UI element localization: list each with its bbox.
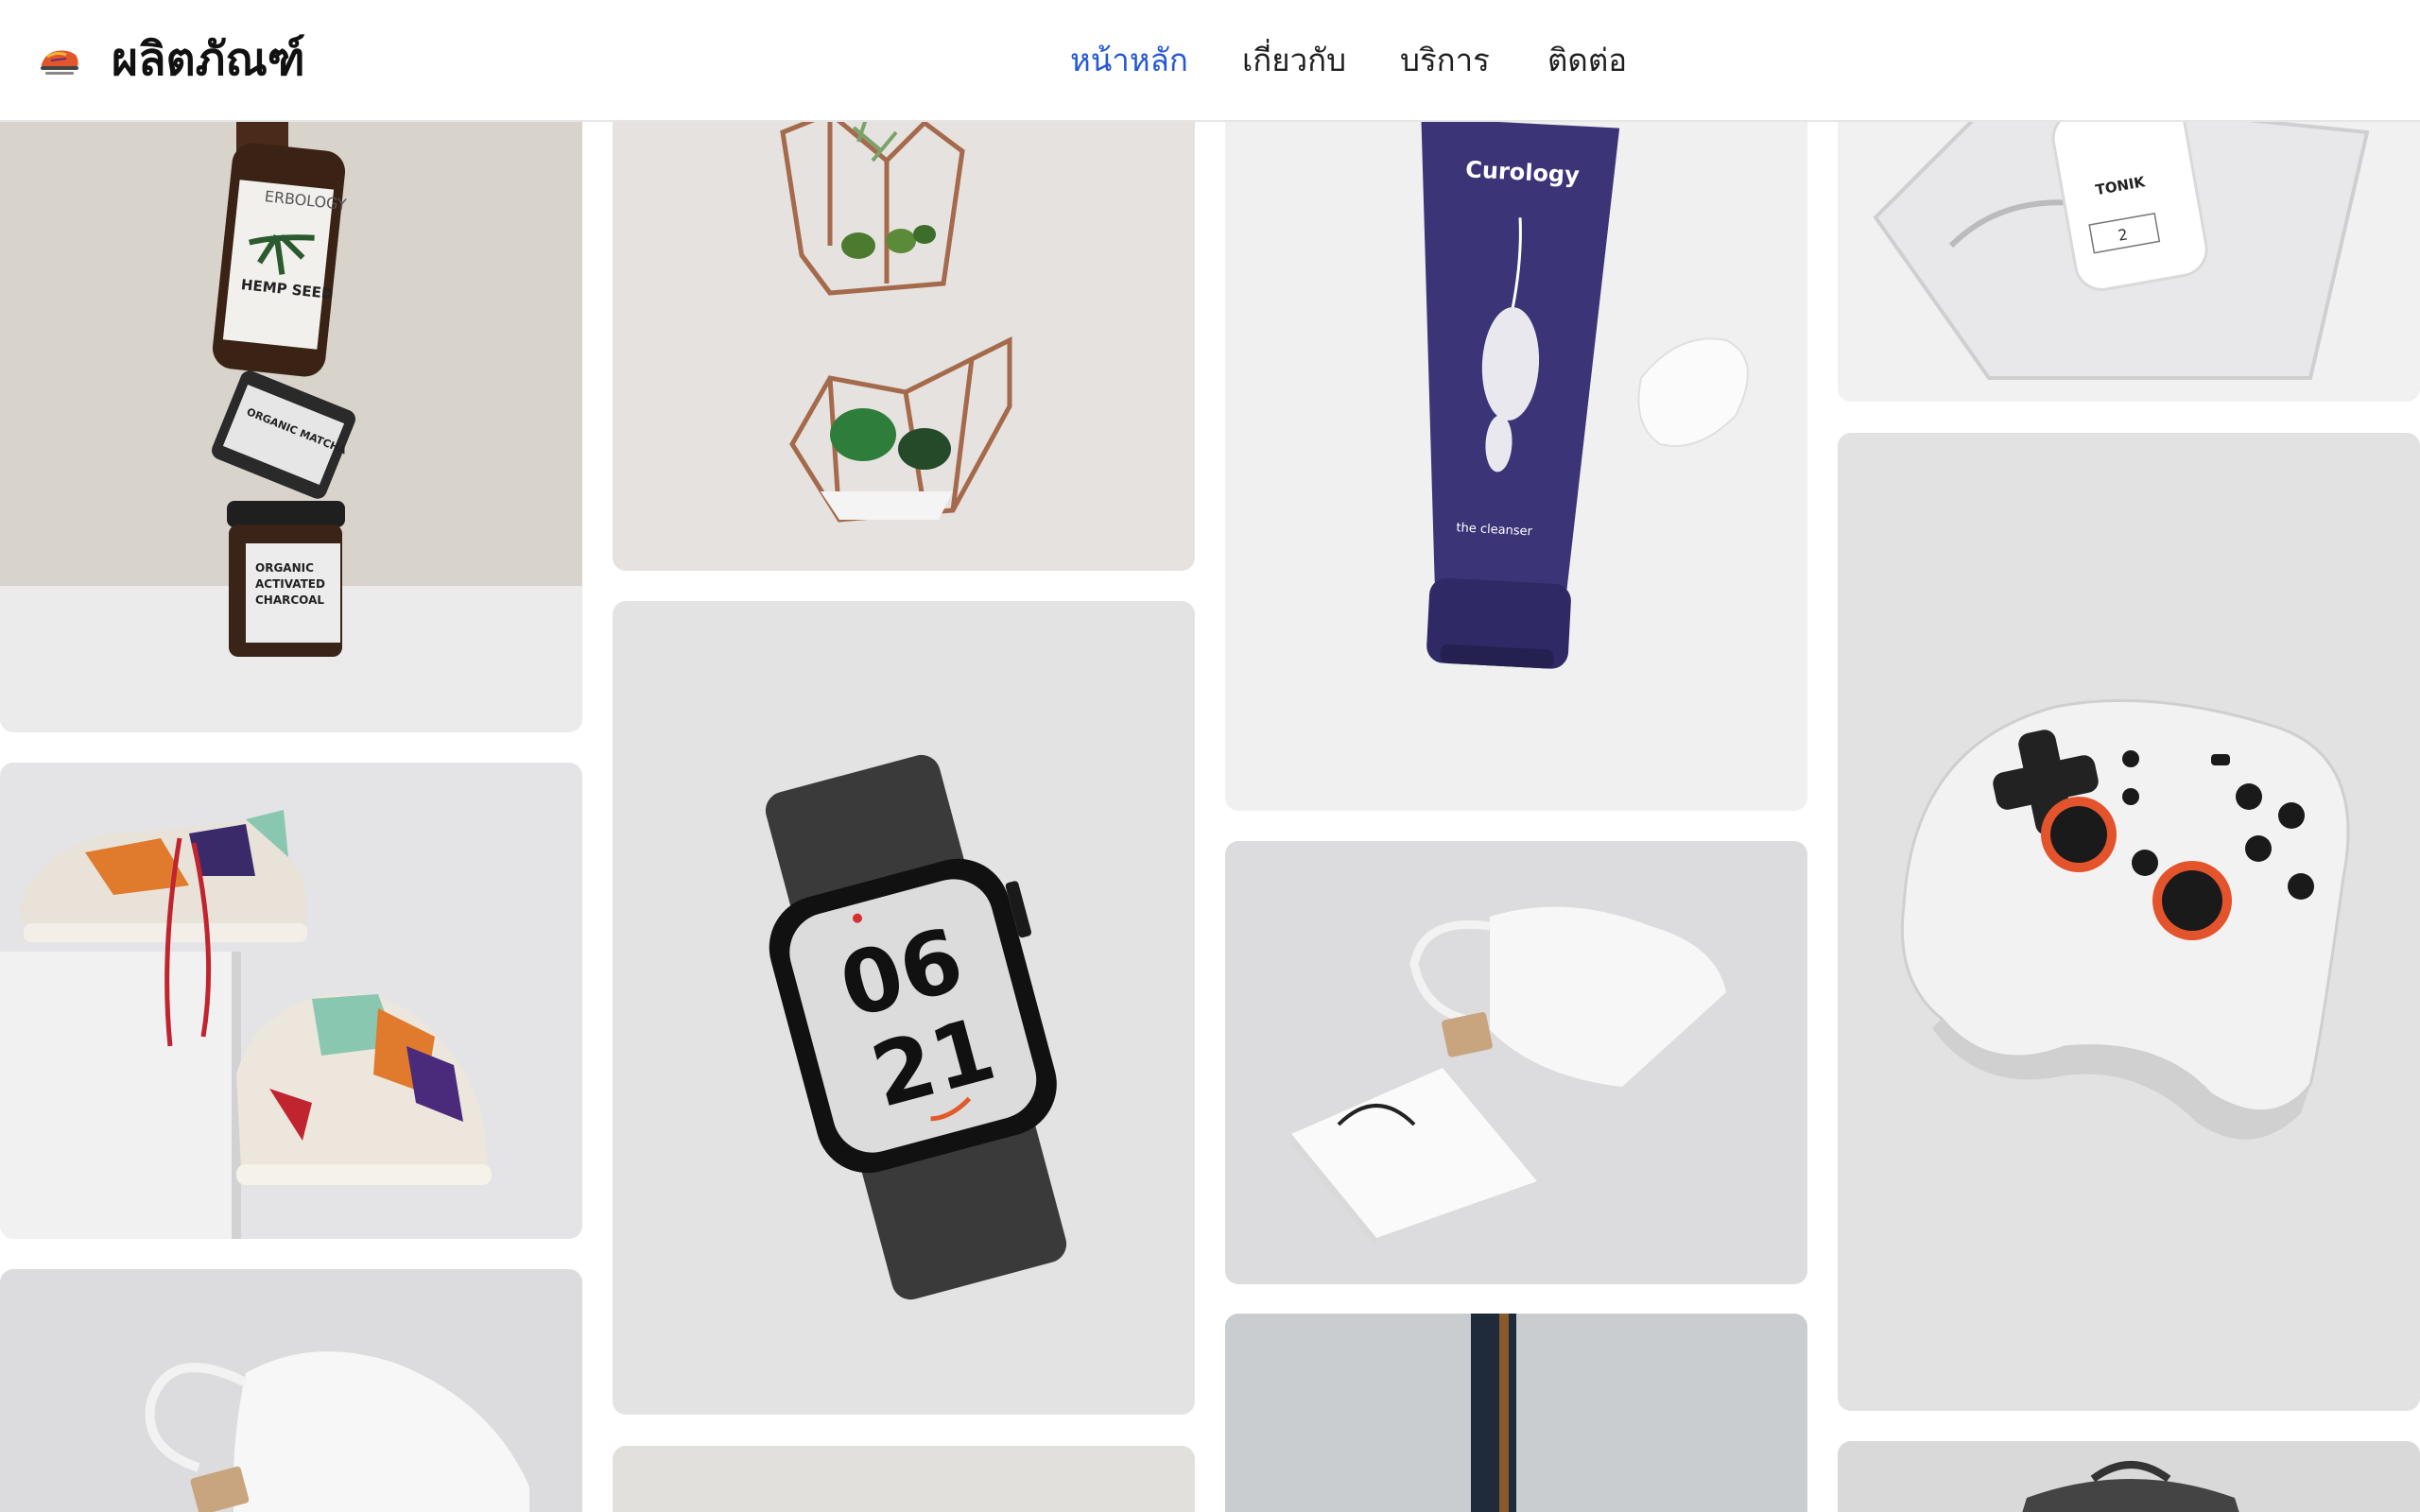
sneaker-logo-icon[interactable] xyxy=(38,45,81,77)
svg-text:ACTIVATED: ACTIVATED xyxy=(255,577,325,591)
product-card-smartwatch[interactable]: 06 21 xyxy=(613,601,1195,1415)
product-card-curology[interactable]: Curology the cleanser xyxy=(1225,57,1807,811)
product-card-strap[interactable] xyxy=(1225,1314,1807,1512)
cotton-pouch-image xyxy=(0,1269,582,1512)
product-card-erbology[interactable]: ERBOLOGY HEMP SEED ORGANIC MATCHA ORGANI… xyxy=(0,94,582,732)
svg-text:ORGANIC: ORGANIC xyxy=(255,561,314,575)
product-card-backpack[interactable] xyxy=(1838,1441,2420,1512)
leather-backpack-image xyxy=(1838,1441,2420,1512)
product-card-pouch[interactable] xyxy=(0,1269,582,1512)
partial-product-image xyxy=(613,1446,1195,1512)
nav-item-about[interactable]: เกี่ยวกับ xyxy=(1242,32,1346,89)
smartwatch-image: 06 21 xyxy=(613,601,1195,1415)
erbology-jars-image: ERBOLOGY HEMP SEED ORGANIC MATCHA ORGANI… xyxy=(0,94,582,732)
nav-item-contact[interactable]: ติดต่อ xyxy=(1547,32,1627,89)
product-card-controller[interactable] xyxy=(1838,433,2420,1411)
product-card-terrarium[interactable] xyxy=(613,76,1195,571)
product-card-pouch-bag[interactable] xyxy=(1225,841,1807,1284)
strap-on-grey-image xyxy=(1225,1314,1807,1512)
game-controller-image xyxy=(1838,433,2420,1411)
nav-item-services[interactable]: บริการ xyxy=(1400,32,1490,89)
curology-tube-image: Curology the cleanser xyxy=(1225,57,1807,811)
pouch-and-bag-image xyxy=(1225,841,1807,1284)
site-header: ผลิตภัณฑ์ หน้าหลัก เกี่ยวกับ บริการ ติดต… xyxy=(0,0,2420,122)
product-gallery: ERBOLOGY HEMP SEED ORGANIC MATCHA ORGANI… xyxy=(0,0,2420,1512)
product-card-partial[interactable] xyxy=(613,1446,1195,1512)
nav-item-home[interactable]: หน้าหลัก xyxy=(1070,32,1188,89)
brand-title[interactable]: ผลิตภัณฑ์ xyxy=(112,26,305,93)
product-card-sneakers[interactable] xyxy=(0,763,582,1239)
terrarium-planters-image xyxy=(613,76,1195,571)
sneakers-image xyxy=(0,763,582,1239)
svg-text:CHARCOAL: CHARCOAL xyxy=(255,593,324,607)
